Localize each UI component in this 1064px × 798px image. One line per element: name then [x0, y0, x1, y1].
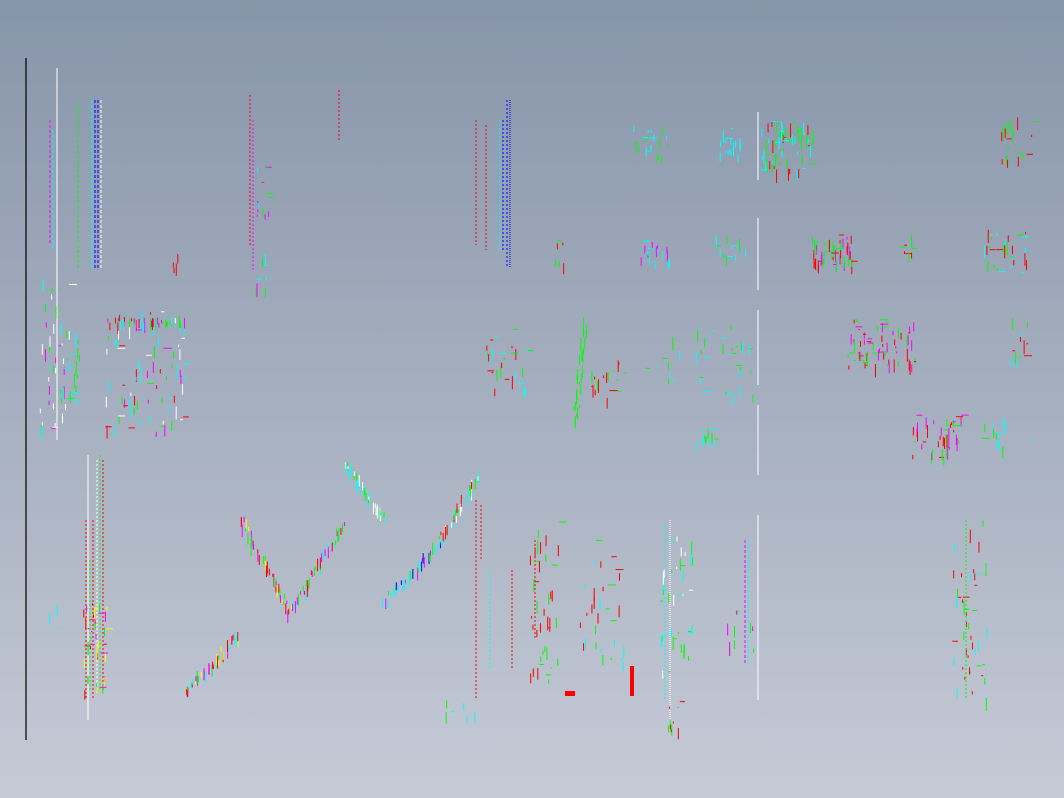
- cad-drawing-canvas[interactable]: [0, 0, 1064, 798]
- marker-block: [630, 666, 634, 696]
- cad-viewport[interactable]: [0, 0, 1064, 798]
- marker-block: [565, 691, 575, 696]
